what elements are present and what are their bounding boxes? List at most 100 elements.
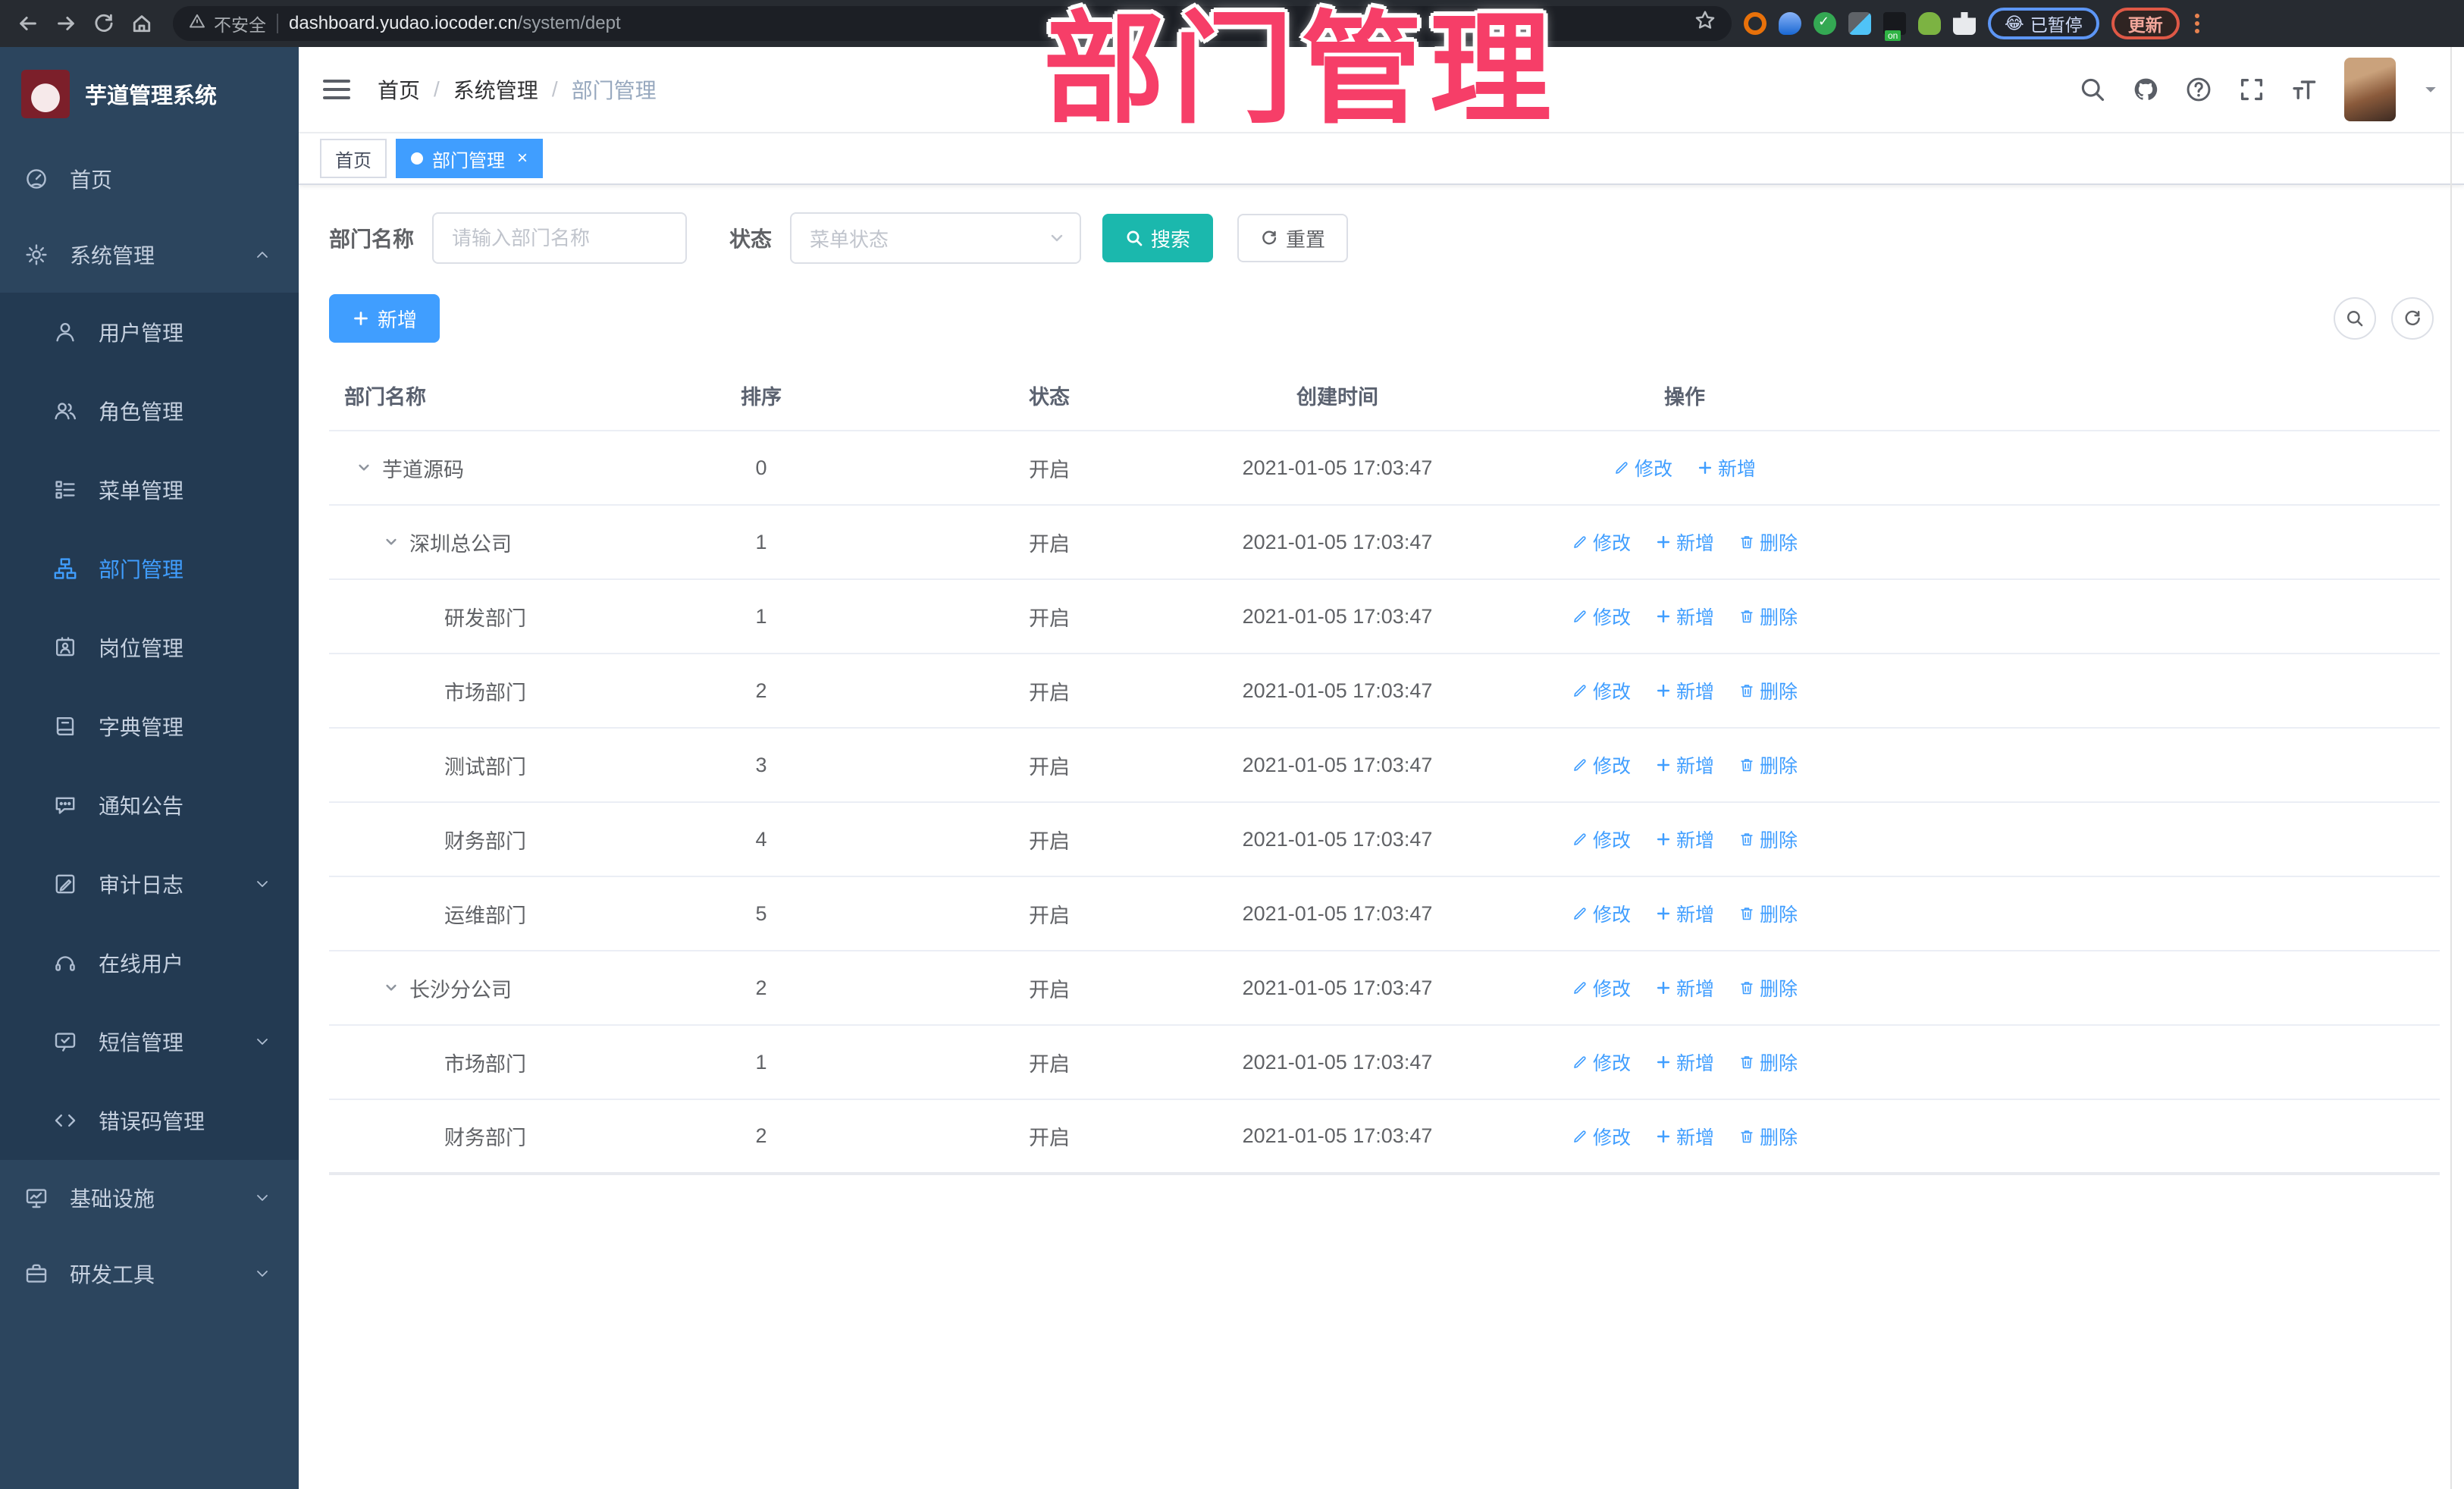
add-link[interactable]: 新增 xyxy=(1655,974,1714,1002)
pencil-icon xyxy=(1572,757,1588,773)
update-button[interactable]: 更新 xyxy=(2111,8,2180,39)
tab-dept-active[interactable]: 部门管理 × xyxy=(396,139,544,178)
close-icon[interactable]: × xyxy=(517,149,528,168)
github-icon[interactable] xyxy=(2132,76,2159,103)
delete-link[interactable]: 删除 xyxy=(1738,1123,1798,1150)
delete-link[interactable]: 删除 xyxy=(1738,528,1798,556)
home-icon[interactable] xyxy=(129,11,155,36)
warning-icon xyxy=(188,12,206,35)
extension-icon[interactable] xyxy=(1814,12,1836,35)
sidebar-item-10[interactable]: 在线用户 xyxy=(0,923,299,1002)
extension-icon[interactable] xyxy=(1848,12,1871,35)
extension-icon[interactable] xyxy=(1779,12,1801,35)
sidebar-item-9[interactable]: 审计日志 xyxy=(0,845,299,923)
fullscreen-icon[interactable] xyxy=(2238,76,2265,103)
breadcrumb-system[interactable]: 系统管理 xyxy=(453,74,538,105)
refresh-button[interactable] xyxy=(2391,297,2434,340)
paused-chip[interactable]: 😂 已暂停 xyxy=(1988,8,2099,39)
forward-icon[interactable] xyxy=(53,11,79,36)
extensions-puzzle-icon[interactable] xyxy=(1953,12,1976,35)
tree-expand-icon[interactable] xyxy=(382,533,400,551)
tree-expand-icon[interactable] xyxy=(382,979,400,997)
dept-sort: 0 xyxy=(617,431,905,506)
reload-icon[interactable] xyxy=(91,11,117,36)
sidebar-item-5[interactable]: 部门管理 xyxy=(0,529,299,608)
edit-link[interactable]: 修改 xyxy=(1572,1123,1631,1150)
dept-name-input[interactable] xyxy=(432,212,688,264)
edit-link[interactable]: 修改 xyxy=(1572,974,1631,1002)
security-warning[interactable]: 不安全 xyxy=(188,11,266,36)
add-link[interactable]: 新增 xyxy=(1655,1123,1714,1150)
delete-link[interactable]: 删除 xyxy=(1738,677,1798,704)
font-size-icon[interactable] xyxy=(2291,76,2318,103)
sidebar-item-label: 错误码管理 xyxy=(99,1110,205,1133)
delete-link[interactable]: 删除 xyxy=(1738,1049,1798,1076)
sidebar-item-7[interactable]: 字典管理 xyxy=(0,687,299,766)
sidebar-item-label: 基础设施 xyxy=(70,1187,155,1211)
user-avatar[interactable] xyxy=(2344,58,2396,121)
edit-link[interactable]: 修改 xyxy=(1572,826,1631,853)
trash-icon xyxy=(1738,1054,1755,1071)
extension-icon[interactable] xyxy=(1744,12,1766,35)
delete-link[interactable]: 删除 xyxy=(1738,974,1798,1002)
edit-link[interactable]: 修改 xyxy=(1613,454,1672,481)
add-link[interactable]: 新增 xyxy=(1655,751,1714,779)
sidebar-item-6[interactable]: 岗位管理 xyxy=(0,608,299,687)
breadcrumb-home[interactable]: 首页 xyxy=(378,74,420,105)
pencil-icon xyxy=(1572,980,1588,996)
add-link[interactable]: 新增 xyxy=(1655,900,1714,927)
dept-create-time: 2021-01-05 17:03:47 xyxy=(1193,728,1481,803)
dept-sort: 5 xyxy=(617,876,905,951)
dashboard-icon xyxy=(24,167,49,191)
app-logo-row[interactable]: 芋道管理系统 xyxy=(0,47,299,141)
sidebar-item-0[interactable]: 首页 xyxy=(0,141,299,217)
add-button[interactable]: 新增 xyxy=(329,294,440,343)
edit-link[interactable]: 修改 xyxy=(1572,603,1631,630)
sidebar-item-14[interactable]: 研发工具 xyxy=(0,1236,299,1312)
delete-link[interactable]: 删除 xyxy=(1738,751,1798,779)
search-icon[interactable] xyxy=(2079,76,2106,103)
scrollbar-track[interactable] xyxy=(2450,47,2452,1489)
hamburger-icon[interactable] xyxy=(323,80,350,99)
browser-menu-icon[interactable] xyxy=(2194,14,2199,33)
delete-link[interactable]: 删除 xyxy=(1738,603,1798,630)
delete-link[interactable]: 删除 xyxy=(1738,826,1798,853)
tab-home[interactable]: 首页 xyxy=(320,139,387,178)
add-link[interactable]: 新增 xyxy=(1655,528,1714,556)
edit-link[interactable]: 修改 xyxy=(1572,751,1631,779)
add-link[interactable]: 新增 xyxy=(1655,826,1714,853)
extension-icon[interactable] xyxy=(1883,12,1906,41)
add-link[interactable]: 新增 xyxy=(1697,454,1756,481)
sidebar-item-2[interactable]: 用户管理 xyxy=(0,293,299,371)
status-select[interactable]: 菜单状态 xyxy=(790,212,1082,264)
toggle-search-button[interactable] xyxy=(2334,297,2376,340)
delete-link[interactable]: 删除 xyxy=(1738,900,1798,927)
dept-sort: 2 xyxy=(617,1099,905,1175)
add-link[interactable]: 新增 xyxy=(1655,677,1714,704)
bookmark-star-icon[interactable] xyxy=(1694,9,1716,38)
sidebar-item-11[interactable]: 短信管理 xyxy=(0,1002,299,1081)
extension-icon[interactable] xyxy=(1918,12,1941,35)
edit-link[interactable]: 修改 xyxy=(1572,528,1631,556)
chevron-down-icon xyxy=(1048,229,1066,247)
dept-create-time: 2021-01-05 17:03:47 xyxy=(1193,1099,1481,1175)
edit-link[interactable]: 修改 xyxy=(1572,900,1631,927)
tree-expand-icon[interactable] xyxy=(355,459,373,477)
sidebar-item-4[interactable]: 菜单管理 xyxy=(0,450,299,529)
add-link[interactable]: 新增 xyxy=(1655,603,1714,630)
help-icon[interactable] xyxy=(2185,76,2212,103)
gear-icon xyxy=(24,243,49,267)
sidebar-item-8[interactable]: 通知公告 xyxy=(0,766,299,845)
active-dot xyxy=(411,152,423,165)
sidebar-item-3[interactable]: 角色管理 xyxy=(0,371,299,450)
search-button[interactable]: 搜索 xyxy=(1102,214,1214,262)
edit-link[interactable]: 修改 xyxy=(1572,677,1631,704)
edit-link[interactable]: 修改 xyxy=(1572,1049,1631,1076)
sidebar-item-13[interactable]: 基础设施 xyxy=(0,1160,299,1236)
back-icon[interactable] xyxy=(15,11,41,36)
sidebar-item-12[interactable]: 错误码管理 xyxy=(0,1081,299,1160)
sidebar-item-1[interactable]: 系统管理 xyxy=(0,217,299,293)
reset-button[interactable]: 重置 xyxy=(1237,214,1349,262)
add-link[interactable]: 新增 xyxy=(1655,1049,1714,1076)
chevron-down-icon[interactable] xyxy=(2422,80,2440,99)
